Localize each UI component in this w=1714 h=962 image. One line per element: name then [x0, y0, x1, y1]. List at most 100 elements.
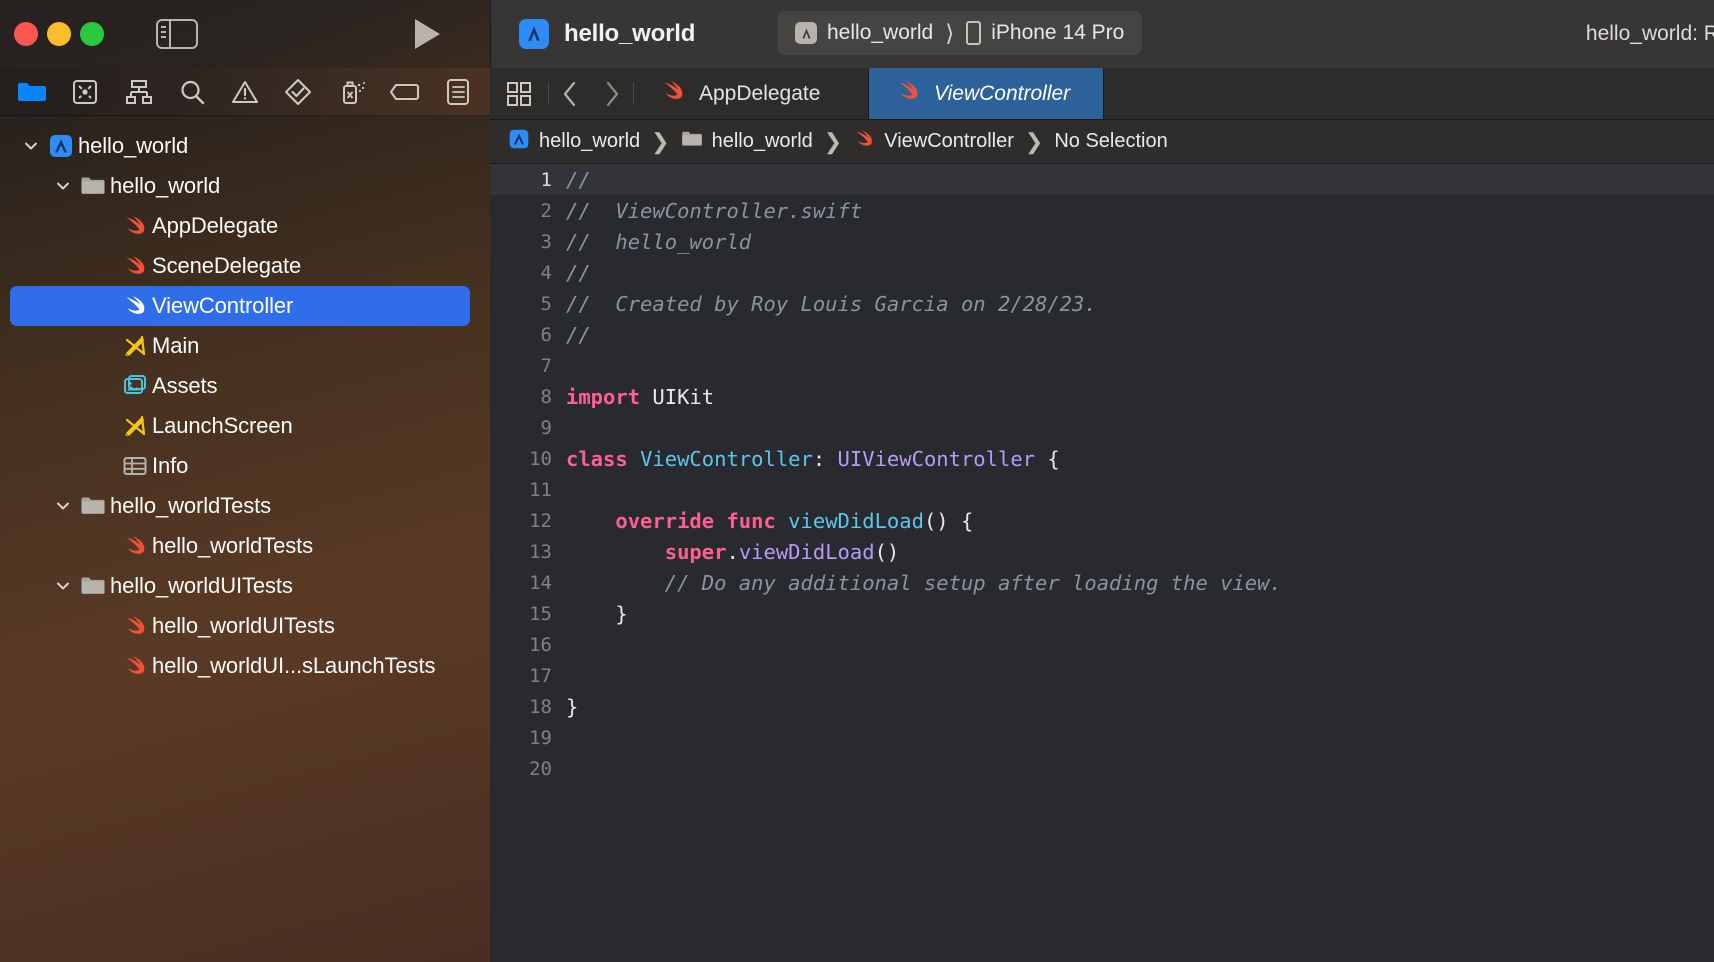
disclosure-triangle-icon[interactable]: [50, 177, 76, 195]
code-token: .: [726, 539, 739, 564]
breadcrumb-separator-icon: ❯: [823, 128, 843, 154]
issue-navigator-icon[interactable]: [225, 75, 265, 109]
swift-icon: [118, 213, 152, 239]
breadcrumb-label: hello_world: [711, 130, 813, 152]
code-token: viewDidLoad: [788, 508, 924, 533]
disclosure-triangle-icon[interactable]: [18, 137, 44, 155]
tree-item-assets[interactable]: Assets: [10, 366, 470, 406]
code-line[interactable]: 4 //: [490, 257, 1714, 288]
tree-item-hello-worldtests[interactable]: hello_worldTests: [10, 526, 470, 566]
line-number: 18: [529, 695, 552, 718]
navigate-forward-icon[interactable]: [591, 68, 633, 119]
breadcrumb-item[interactable]: hello_world: [508, 128, 640, 155]
code-line[interactable]: 20: [490, 753, 1714, 784]
code-line-text: // hello_world: [566, 230, 751, 254]
code-token: :: [812, 446, 838, 471]
tree-item-hello-world[interactable]: hello_world: [10, 166, 470, 206]
line-number: 3: [540, 230, 552, 253]
code-line[interactable]: 15 }: [490, 598, 1714, 629]
toggle-navigator-icon[interactable]: [156, 19, 198, 49]
tree-item-hello-worlduitests[interactable]: hello_worldUITests: [10, 606, 470, 646]
breadcrumb-item[interactable]: hello_world: [681, 128, 813, 155]
minimize-button[interactable]: [47, 22, 71, 46]
breadcrumb-item[interactable]: ViewController: [853, 128, 1014, 155]
breadcrumb-separator-icon: ❯: [1024, 128, 1044, 154]
tree-item-scenedelegate[interactable]: SceneDelegate: [10, 246, 470, 286]
line-number: 5: [540, 292, 552, 315]
project-navigator-icon[interactable]: [12, 75, 52, 109]
source-code-editor[interactable]: 1 // 2 // ViewController.swift 3 // hello_wor…: [490, 164, 1714, 962]
tree-item-appdelegate[interactable]: AppDelegate: [10, 206, 470, 246]
code-line-text: //: [566, 168, 591, 192]
code-line[interactable]: 12 override func viewDidLoad() {: [490, 505, 1714, 536]
code-line[interactable]: 5 // Created by Roy Louis Garcia on 2/28/…: [490, 288, 1714, 319]
close-button[interactable]: [14, 22, 38, 46]
traffic-light-group: [14, 22, 104, 46]
source-control-navigator-icon[interactable]: [65, 75, 105, 109]
code-line[interactable]: 16: [490, 629, 1714, 660]
scheme-destination-control[interactable]: hello_world ⟩ iPhone 14 Pro: [777, 11, 1143, 55]
activity-status: hello_world: Read: [1585, 22, 1714, 45]
breadcrumb-item[interactable]: No Selection: [1054, 130, 1167, 153]
editor-options-icon[interactable]: [490, 68, 548, 119]
main-body: hello_world hello_world AppDelegate SceneDe…: [0, 68, 1714, 962]
editor-tab-label: AppDelegate: [699, 81, 821, 105]
tree-item-hello-worldtests[interactable]: hello_worldTests: [10, 486, 470, 526]
breadcrumb: hello_world ❯ hello_world ❯ ViewController ❯ N…: [490, 120, 1714, 164]
disclosure-triangle-icon[interactable]: [50, 497, 76, 515]
run-button[interactable]: [415, 19, 440, 49]
tree-item-label: hello_world: [110, 173, 221, 198]
code-line[interactable]: 1 //: [490, 164, 1714, 195]
breadcrumb-label: No Selection: [1054, 130, 1168, 152]
code-token: super: [664, 539, 727, 564]
code-token: {: [1035, 446, 1060, 471]
code-line[interactable]: 7: [490, 350, 1714, 381]
tree-item-label: hello_worldTests: [152, 533, 314, 558]
code-line[interactable]: 11: [490, 474, 1714, 505]
tree-item-hello-world[interactable]: hello_world: [10, 126, 470, 166]
scheme-name[interactable]: hello_world: [827, 21, 933, 45]
code-token: viewDidLoad: [738, 539, 875, 564]
symbol-navigator-icon[interactable]: [119, 75, 159, 109]
code-line[interactable]: 6 //: [490, 319, 1714, 350]
code-token: // Do any additional setup after loading…: [566, 570, 1282, 595]
test-navigator-icon[interactable]: [278, 75, 318, 109]
code-line-text: }: [566, 602, 627, 626]
code-line[interactable]: 9: [490, 412, 1714, 443]
code-line[interactable]: 19: [490, 722, 1714, 753]
code-line[interactable]: 14 // Do any additional setup after load…: [490, 567, 1714, 598]
code-line[interactable]: 3 // hello_world: [490, 226, 1714, 257]
report-navigator-icon[interactable]: [438, 75, 478, 109]
tree-item-hello-worldui-slaunchtests[interactable]: hello_worldUI...sLaunchTests: [10, 646, 470, 686]
code-line[interactable]: 18}: [490, 691, 1714, 722]
tree-item-info[interactable]: Info: [10, 446, 470, 486]
editor-tab-appdelegate[interactable]: AppDelegate: [634, 68, 869, 119]
breadcrumb-label: ViewController: [884, 130, 1014, 152]
code-line[interactable]: 10 class ViewController: UIViewController…: [490, 443, 1714, 474]
tree-item-launchscreen[interactable]: LaunchScreen: [10, 406, 470, 446]
tree-item-viewcontroller[interactable]: ViewController: [10, 286, 470, 326]
code-line[interactable]: 17: [490, 660, 1714, 691]
tree-item-main[interactable]: Main: [10, 326, 470, 366]
code-line[interactable]: 13 super.viewDidLoad(): [490, 536, 1714, 567]
breadcrumb-separator-icon: ❯: [651, 128, 670, 154]
tree-item-hello-worlduitests[interactable]: hello_worldUITests: [10, 566, 470, 606]
disclosure-triangle-icon[interactable]: [50, 577, 76, 595]
breakpoint-navigator-icon[interactable]: [385, 75, 425, 109]
line-number: 10: [529, 447, 552, 470]
code-line[interactable]: 2 // ViewController.swift: [490, 195, 1714, 226]
app-icon: [519, 19, 549, 49]
swift-icon: [118, 613, 152, 639]
debug-navigator-icon[interactable]: [332, 75, 372, 109]
editor-tab-viewcontroller[interactable]: ViewController: [869, 68, 1104, 119]
tree-item-label: hello_worldUI...sLaunchTests: [152, 653, 436, 678]
zoom-button[interactable]: [80, 22, 104, 46]
navigate-back-icon[interactable]: [549, 68, 591, 119]
find-navigator-icon[interactable]: [172, 75, 212, 109]
tree-item-label: AppDelegate: [152, 213, 279, 238]
destination-name[interactable]: iPhone 14 Pro: [991, 21, 1124, 45]
code-line[interactable]: 8 import UIKit: [490, 381, 1714, 412]
code-token: () {: [923, 508, 974, 533]
project-file-tree[interactable]: hello_world hello_world AppDelegate SceneDe…: [0, 116, 490, 962]
code-token: override func: [615, 508, 776, 533]
